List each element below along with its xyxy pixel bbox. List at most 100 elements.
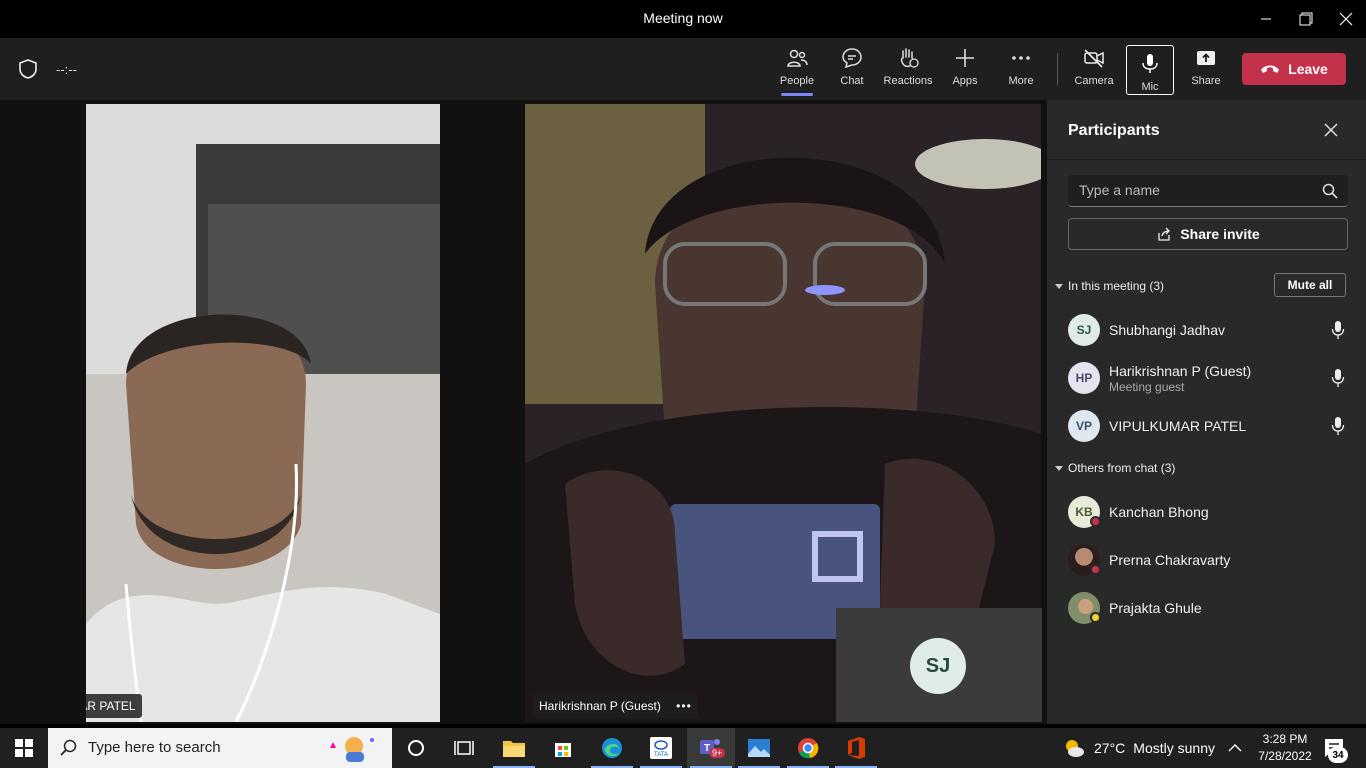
microphone-icon[interactable] (1331, 416, 1345, 436)
office-button[interactable] (832, 728, 880, 768)
clock-time: 3:28 PM (1262, 732, 1308, 746)
task-view-button[interactable] (440, 728, 488, 768)
edge-button[interactable] (588, 728, 636, 768)
section-header: Others from chat (3) (1068, 461, 1176, 475)
edge-icon (602, 738, 622, 758)
more-options-icon[interactable]: ••• (676, 699, 692, 713)
system-clock[interactable]: 3:28 PM 7/28/2022 (1252, 731, 1318, 765)
list-item[interactable]: VP VIPULKUMAR PATEL (1068, 406, 1358, 446)
task-view-icon (454, 741, 474, 755)
chrome-button[interactable] (784, 728, 832, 768)
toolbar-divider (1057, 53, 1058, 85)
meeting-timer: --:-- (56, 62, 77, 77)
microphone-icon[interactable] (1331, 320, 1345, 340)
weather-temperature: 27°C (1094, 740, 1126, 756)
partly-sunny-icon (1066, 740, 1084, 757)
photos-icon (748, 739, 770, 757)
people-icon (787, 49, 808, 67)
chat-label: Chat (840, 75, 864, 87)
store-icon (555, 743, 571, 757)
share-icon (1158, 227, 1171, 241)
participant-role: Meeting guest (1109, 380, 1185, 394)
reactions-label: Reactions (883, 75, 933, 87)
close-icon (1339, 12, 1353, 26)
video-stage: VIPULKUMAR PATEL Harikrishnan P (Guest) … (0, 100, 1046, 724)
search-icon[interactable] (1322, 183, 1338, 199)
list-item[interactable]: Prajakta Ghule (1068, 588, 1358, 628)
taskbar-search[interactable]: Type here to search (48, 728, 392, 768)
list-item[interactable]: SJ Shubhangi Jadhav (1068, 310, 1358, 350)
svg-text:TATA: TATA (654, 752, 668, 758)
video-tile-vipulkumar[interactable]: VIPULKUMAR PATEL (86, 104, 440, 722)
avatar: SJ (1068, 314, 1100, 346)
in-meeting-section-toggle[interactable]: In this meeting (3) (1055, 279, 1164, 293)
mic-button[interactable]: Mic (1126, 45, 1174, 95)
clock-date: 7/28/2022 (1258, 749, 1312, 763)
self-video-tile[interactable]: SJ (836, 608, 1042, 722)
cortana-button[interactable] (392, 728, 440, 768)
meeting-toolbar: --:-- People Chat Reactions Apps More Ca… (0, 38, 1366, 100)
chevron-down-icon (1055, 283, 1063, 289)
chat-button[interactable]: Chat (824, 46, 880, 94)
search-highlight-icon (330, 737, 374, 762)
mic-label: Mic (1141, 81, 1159, 93)
participant-name: VIPULKUMAR PATEL (1109, 418, 1247, 434)
close-window-button[interactable] (1323, 0, 1366, 38)
file-explorer-button[interactable] (490, 728, 538, 768)
leave-button[interactable]: Leave (1242, 53, 1346, 85)
start-button[interactable] (0, 728, 48, 768)
people-button[interactable]: People (769, 46, 825, 96)
list-item[interactable]: KB Kanchan Bhong (1068, 492, 1358, 532)
reactions-button[interactable]: Reactions (880, 46, 936, 94)
chat-icon (842, 48, 862, 69)
more-button[interactable]: More (993, 46, 1049, 94)
folder-icon (503, 741, 525, 757)
tata-app-button[interactable]: TATA (637, 728, 685, 768)
participant-name: Prajakta Ghule (1109, 600, 1202, 616)
participant-name-tag: VIPULKUMAR PATEL (86, 694, 142, 718)
window-title: Meeting now (643, 10, 723, 26)
hang-up-icon (1261, 65, 1280, 73)
list-item[interactable]: Prerna Chakravarty (1068, 540, 1358, 580)
minimize-icon (1261, 18, 1271, 20)
search-input[interactable] (1079, 182, 1309, 198)
participant-name: Harikrishnan P (Guest) (1109, 363, 1252, 379)
teams-badge: 9+ (709, 748, 726, 758)
camera-button[interactable]: Camera (1066, 46, 1122, 94)
shield-icon[interactable] (16, 57, 40, 81)
windows-taskbar: Type here to search TATA T 9+ 27°C Mostl… (0, 728, 1366, 768)
microsoft-store-button[interactable] (539, 728, 587, 768)
notification-count-badge: 34 (1328, 747, 1348, 763)
panel-title: Participants (1068, 122, 1160, 139)
hand-raise-icon (900, 48, 919, 68)
share-invite-label: Share invite (1180, 226, 1260, 242)
participant-name: Kanchan Bhong (1109, 504, 1209, 520)
photos-button[interactable] (735, 728, 783, 768)
away-status-icon (1090, 612, 1101, 623)
participant-name: Prerna Chakravarty (1109, 552, 1231, 568)
participant-name-tag: Harikrishnan P (Guest) ••• (533, 694, 698, 718)
search-placeholder: Type here to search (88, 739, 221, 756)
show-hidden-icons-button[interactable] (1228, 740, 1242, 758)
others-section-toggle[interactable]: Others from chat (3) (1055, 461, 1175, 475)
participant-search[interactable] (1068, 175, 1348, 207)
more-icon (1012, 56, 1030, 60)
divider (1047, 159, 1366, 160)
share-label: Share (1191, 75, 1221, 87)
apps-button[interactable]: Apps (937, 46, 993, 94)
restore-icon (1299, 12, 1313, 26)
chevron-down-icon (1055, 465, 1063, 471)
busy-status-icon (1090, 564, 1101, 575)
leave-label: Leave (1288, 61, 1328, 77)
participant-name-text: Harikrishnan P (Guest) (539, 699, 661, 713)
close-icon[interactable] (1321, 120, 1341, 140)
share-invite-button[interactable]: Share invite (1068, 218, 1348, 250)
list-item[interactable]: HP Harikrishnan P (Guest) Meeting guest (1068, 358, 1358, 398)
people-label: People (779, 75, 815, 87)
microphone-icon[interactable] (1331, 368, 1345, 388)
teams-button[interactable]: T 9+ (687, 728, 735, 768)
share-button[interactable]: Share (1178, 46, 1234, 94)
chevron-up-icon (1228, 744, 1242, 752)
weather-widget[interactable]: 27°C Mostly sunny (1062, 728, 1215, 768)
mute-all-button[interactable]: Mute all (1274, 273, 1346, 297)
